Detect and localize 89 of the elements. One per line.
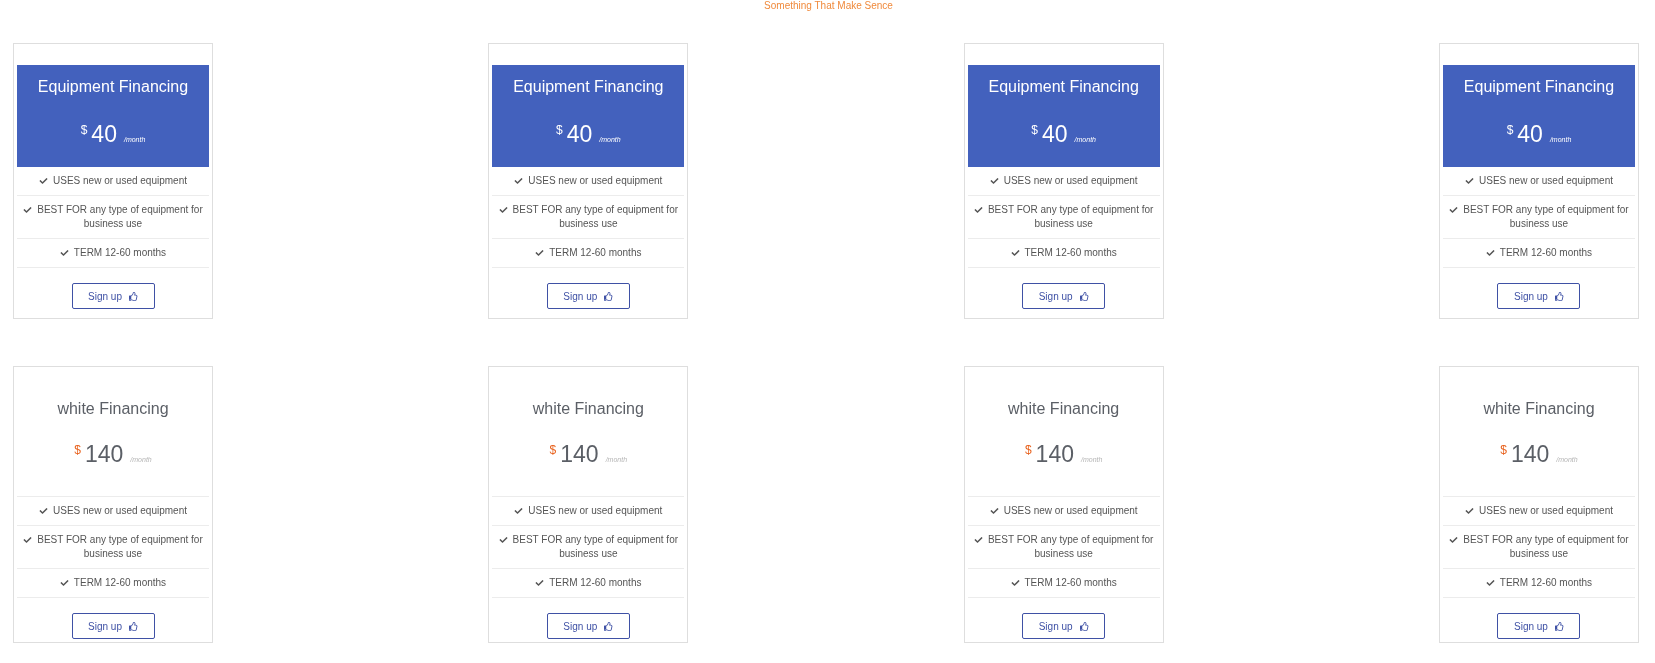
currency-symbol: $ <box>80 124 88 136</box>
thumbs-up-icon <box>128 291 138 301</box>
check-icon <box>23 536 33 544</box>
currency-symbol: $ <box>1031 124 1038 136</box>
thumbs-up-icon <box>1554 291 1564 301</box>
feature-text: USES new or used equipment <box>1479 505 1613 516</box>
feature-text: USES new or used equipment <box>1479 175 1613 186</box>
feature-text: TERM 12-60 months <box>1499 577 1593 588</box>
currency-symbol: $ <box>1024 444 1032 456</box>
currency-symbol: $ <box>1500 444 1507 456</box>
check-icon <box>1010 249 1020 257</box>
feature-text: TERM 12-60 months <box>1024 577 1117 588</box>
sign-up-button[interactable]: Sign up <box>546 613 630 639</box>
check-icon <box>535 249 545 257</box>
check-icon <box>1010 579 1020 587</box>
feature-text: BEST FOR any type of equipment for business use <box>512 204 679 229</box>
check-icon <box>59 249 69 257</box>
feature-text: BEST FOR any type of equipment for business use <box>1463 204 1629 229</box>
price-amount: 140 <box>1035 441 1074 467</box>
feature-text: USES new or used equipment <box>528 505 663 516</box>
check-icon <box>23 206 33 214</box>
feature-text: USES new or used equipment <box>1003 175 1138 186</box>
currency-symbol: $ <box>556 124 563 136</box>
feature-text: USES new or used equipment <box>1003 505 1138 516</box>
check-icon <box>1449 536 1459 544</box>
price-amount: 40 <box>1042 121 1068 147</box>
check-icon <box>498 536 508 544</box>
thumbs-up-icon <box>1079 621 1089 631</box>
check-icon <box>1449 206 1459 214</box>
check-icon <box>514 177 524 185</box>
price-amount: 140 <box>84 441 124 467</box>
thumbs-up-icon <box>604 291 614 301</box>
price-amount: 40 <box>91 121 117 147</box>
feature-text: USES new or used equipment <box>53 175 187 186</box>
check-icon <box>1465 177 1474 185</box>
check-icon <box>1485 249 1495 257</box>
feature-text: TERM 12-60 months <box>1499 247 1593 258</box>
plan-title: Equipment Financing <box>37 77 189 97</box>
check-icon <box>39 177 48 185</box>
plan-title: Equipment Financing <box>988 77 1139 97</box>
plan-title: Equipment Financing <box>513 77 664 97</box>
page-heading: Something That Make Sence <box>763 0 894 12</box>
plan-title: white Financing <box>57 399 169 419</box>
currency-symbol: $ <box>1506 124 1514 136</box>
feature-text: BEST FOR any type of equipment for business use <box>987 534 1154 559</box>
check-icon <box>973 206 983 214</box>
check-icon <box>39 507 48 515</box>
price-amount: 40 <box>1517 121 1543 147</box>
sign-up-button[interactable]: Sign up <box>71 283 155 309</box>
feature-text: TERM 12-60 months <box>73 577 167 588</box>
check-icon <box>514 507 524 515</box>
thumbs-up-icon <box>128 621 138 631</box>
sign-up-button[interactable]: Sign up <box>1497 613 1581 639</box>
feature-text: TERM 12-60 months <box>1024 247 1117 258</box>
feature-text: USES new or used equipment <box>528 175 663 186</box>
feature-text: TERM 12-60 months <box>549 577 642 588</box>
currency-symbol: $ <box>74 444 81 456</box>
feature-text: BEST FOR any type of equipment for business use <box>1463 534 1629 559</box>
currency-symbol: $ <box>549 444 557 456</box>
feature-text: BEST FOR any type of equipment for business use <box>37 204 203 229</box>
thumbs-up-icon <box>604 621 614 631</box>
plan-title: Equipment Financing <box>1463 77 1615 97</box>
plan-title: white Financing <box>1483 399 1595 419</box>
check-icon <box>535 579 545 587</box>
check-icon <box>989 507 999 515</box>
check-icon <box>1465 507 1474 515</box>
sign-up-button[interactable]: Sign up <box>546 283 630 309</box>
check-icon <box>1485 579 1495 587</box>
price-amount: 140 <box>560 441 599 467</box>
feature-text: BEST FOR any type of equipment for business use <box>987 204 1154 229</box>
plan-title: white Financing <box>532 399 644 419</box>
sign-up-button[interactable]: Sign up <box>1022 283 1106 309</box>
feature-text: USES new or used equipment <box>53 505 187 516</box>
feature-text: TERM 12-60 months <box>73 247 167 258</box>
plan-title: white Financing <box>1008 399 1120 419</box>
price-amount: 40 <box>566 121 593 147</box>
sign-up-button[interactable]: Sign up <box>71 613 155 639</box>
sign-up-button[interactable]: Sign up <box>1497 283 1581 309</box>
check-icon <box>498 206 508 214</box>
feature-text: BEST FOR any type of equipment for business use <box>37 534 203 559</box>
check-icon <box>973 536 983 544</box>
check-icon <box>59 579 69 587</box>
price-amount: 140 <box>1510 441 1550 467</box>
thumbs-up-icon <box>1079 291 1089 301</box>
check-icon <box>989 177 999 185</box>
sign-up-button[interactable]: Sign up <box>1022 613 1106 639</box>
feature-text: BEST FOR any type of equipment for business use <box>512 534 679 559</box>
feature-text: TERM 12-60 months <box>549 247 642 258</box>
thumbs-up-icon <box>1554 621 1564 631</box>
